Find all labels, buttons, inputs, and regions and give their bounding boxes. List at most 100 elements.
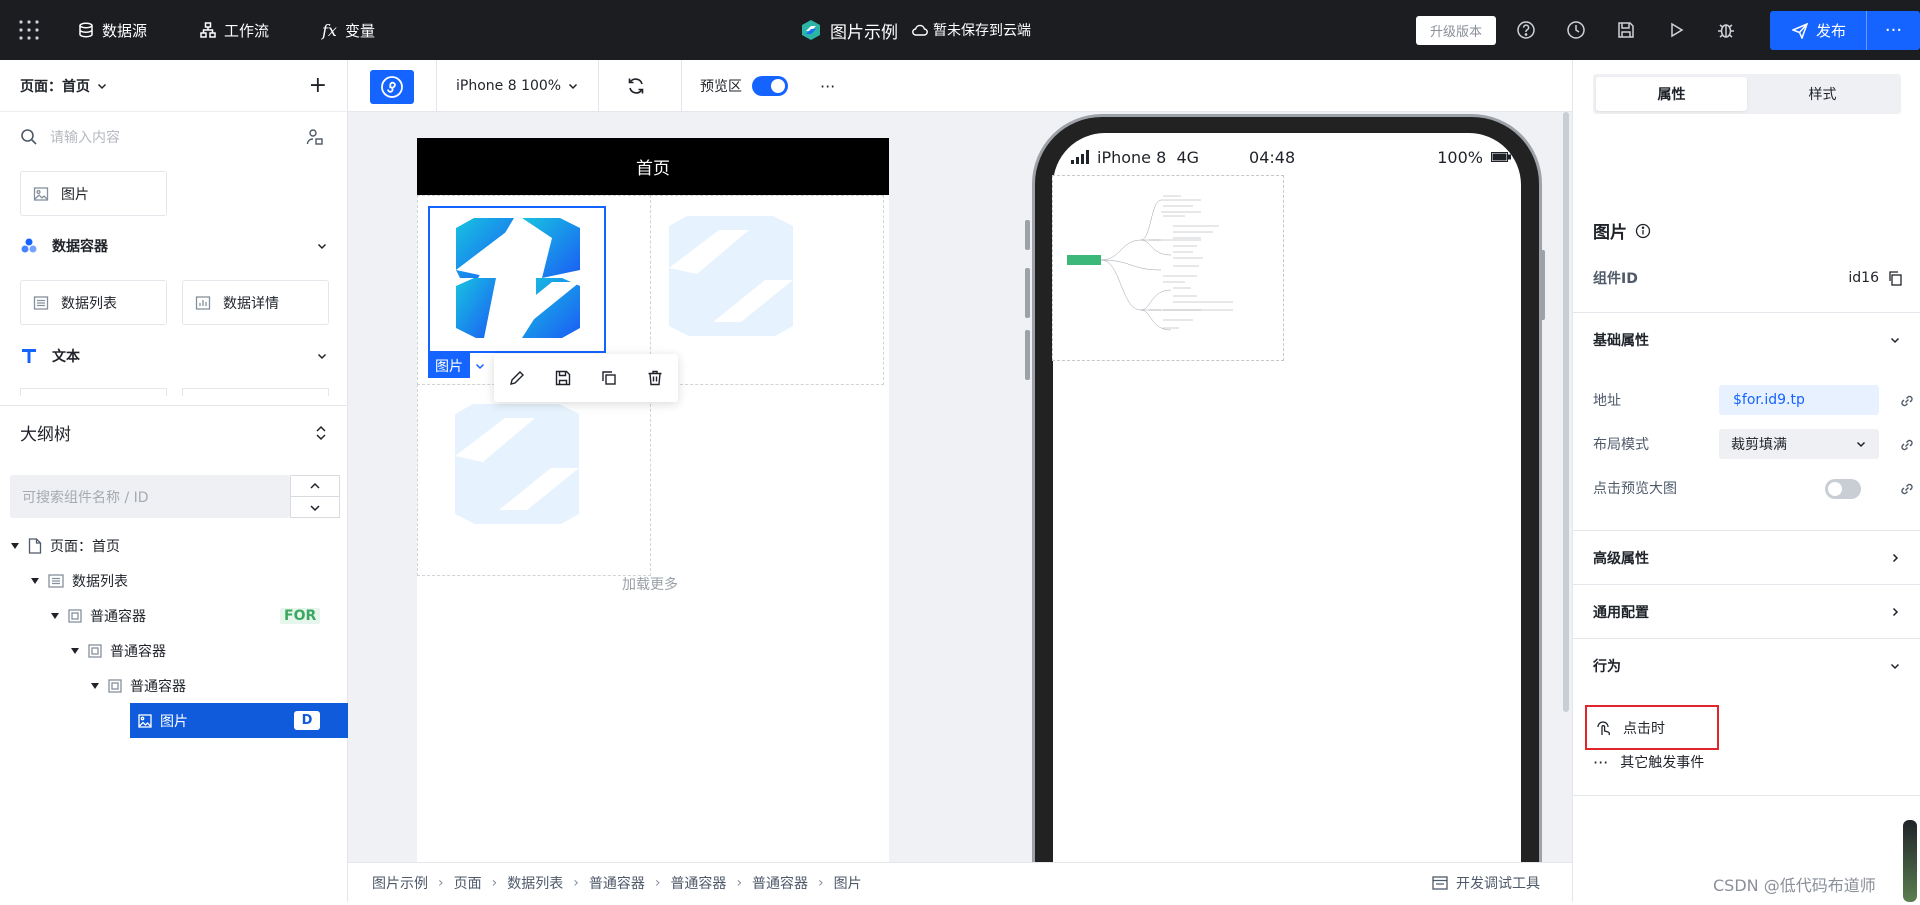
- run-icon[interactable]: [1666, 20, 1686, 40]
- image-tag-label: 图片: [435, 358, 463, 375]
- preview-toggle-group: 预览区: [700, 60, 788, 112]
- tree-node-container[interactable]: 普通容器: [0, 633, 348, 668]
- mindmap-thumbnail-image: [1052, 175, 1284, 361]
- miniprogram-icon: [380, 75, 404, 99]
- tree-node-label: 图片: [160, 713, 188, 730]
- chevron-down-icon: [1889, 334, 1901, 346]
- layout-select[interactable]: 裁剪填满: [1719, 429, 1879, 459]
- debug-icon[interactable]: [1716, 20, 1736, 40]
- image-icon: [33, 186, 49, 202]
- expand-collapse-icon[interactable]: [314, 425, 328, 441]
- d-badge: D: [294, 711, 320, 730]
- caret-down-icon[interactable]: [30, 576, 40, 586]
- image-component-selected[interactable]: [428, 206, 606, 353]
- nav-workflow[interactable]: 工作流: [200, 0, 269, 60]
- event-on-click[interactable]: 点击时: [1585, 705, 1719, 750]
- publish-more-button[interactable]: ···: [1867, 20, 1920, 41]
- link-icon[interactable]: [1899, 481, 1915, 497]
- edit-icon[interactable]: [494, 354, 540, 402]
- function-icon: fx: [322, 20, 337, 40]
- breadcrumb-item[interactable]: 普通容器: [589, 873, 645, 893]
- history-icon[interactable]: [1566, 20, 1586, 40]
- nav-variables[interactable]: fx 变量: [322, 0, 375, 60]
- tree-node-container[interactable]: 普通容器 FOR: [0, 598, 348, 633]
- page-select[interactable]: 页面：首页: [20, 76, 108, 96]
- info-icon[interactable]: [1635, 223, 1651, 239]
- section-general[interactable]: 通用配置: [1573, 584, 1920, 638]
- group-data-container[interactable]: 数据容器: [20, 236, 328, 256]
- section-basic[interactable]: 基础属性: [1573, 312, 1920, 366]
- refresh-icon[interactable]: [626, 76, 646, 96]
- chevron-right-icon: [1889, 552, 1901, 564]
- copy-icon[interactable]: [586, 354, 632, 402]
- breadcrumb-item[interactable]: 普通容器: [752, 873, 808, 893]
- breadcrumb-item[interactable]: 数据列表: [507, 873, 563, 893]
- add-page-button[interactable]: +: [309, 73, 327, 98]
- save-icon[interactable]: [540, 354, 586, 402]
- component-image[interactable]: 图片: [20, 171, 167, 216]
- toolbar-more-button[interactable]: ···: [820, 60, 835, 112]
- section-divider: [1573, 795, 1920, 796]
- tree-node-page[interactable]: 页面：首页: [0, 528, 348, 563]
- canvas-scrollbar[interactable]: [1563, 112, 1569, 712]
- tree-node-data-list[interactable]: 数据列表: [0, 563, 348, 598]
- app-grid-icon[interactable]: [18, 19, 40, 41]
- component-data-detail[interactable]: 数据详情: [182, 280, 329, 325]
- breadcrumb-item[interactable]: 页面: [454, 873, 482, 893]
- outline-search-input[interactable]: 可搜索组件名称 / ID: [10, 475, 290, 518]
- component-search[interactable]: 请输入内容: [0, 112, 347, 162]
- component-id-row: 组件ID id16: [1593, 266, 1903, 290]
- tree-node-image-selected[interactable]: 图片 D: [130, 703, 348, 738]
- breadcrumb-item[interactable]: 普通容器: [670, 873, 726, 893]
- preview-toggle[interactable]: [752, 76, 788, 96]
- caret-down-icon[interactable]: [70, 646, 80, 656]
- caret-down-icon[interactable]: [90, 681, 100, 691]
- container-icon: [68, 608, 82, 623]
- publish-label: 发布: [1816, 22, 1847, 40]
- chevron-right-icon: [1889, 606, 1901, 618]
- load-more[interactable]: 加载更多: [622, 574, 678, 594]
- devtools-button[interactable]: 开发调试工具: [1432, 863, 1540, 903]
- group-text[interactable]: 文本: [20, 346, 328, 366]
- address-input[interactable]: $for.id9.tp: [1719, 385, 1879, 415]
- device-select[interactable]: iPhone 8 100%: [456, 60, 579, 112]
- breadcrumb-item[interactable]: 图片: [834, 873, 862, 893]
- save-icon[interactable]: [1616, 20, 1636, 40]
- upgrade-button[interactable]: 升级版本: [1416, 16, 1496, 45]
- nav-datasource[interactable]: 数据源: [78, 0, 147, 60]
- component-data-list[interactable]: 数据列表: [20, 280, 167, 325]
- help-icon[interactable]: [1516, 20, 1536, 40]
- breadcrumb-item[interactable]: 图片示例: [372, 873, 428, 893]
- devtools-label: 开发调试工具: [1456, 876, 1540, 892]
- tree-node-container[interactable]: 普通容器: [0, 668, 348, 703]
- breadcrumb: 图片示例 › 页面 › 数据列表 › 普通容器 › 普通容器 › 普通容器 › …: [348, 862, 1572, 902]
- miniprogram-button[interactable]: [370, 70, 414, 104]
- link-icon[interactable]: [1899, 437, 1915, 453]
- chevron-down-icon[interactable]: [474, 360, 486, 372]
- copy-icon[interactable]: [1887, 270, 1903, 286]
- caret-down-icon[interactable]: [50, 611, 60, 621]
- section-general-label: 通用配置: [1593, 604, 1649, 621]
- caret-down-icon[interactable]: [10, 541, 20, 551]
- nav-variables-label: 变量: [344, 21, 375, 40]
- link-icon[interactable]: [1899, 393, 1915, 409]
- tab-properties[interactable]: 属性: [1596, 77, 1747, 111]
- event-other[interactable]: ··· 其它触发事件: [1593, 750, 1903, 774]
- phone-carrier: iPhone 8 4G: [1097, 147, 1200, 167]
- layout-select-value: 裁剪填满: [1731, 437, 1787, 453]
- app-logo-image: [669, 212, 793, 340]
- tab-styles[interactable]: 样式: [1747, 77, 1898, 111]
- section-advanced[interactable]: 高级属性: [1573, 530, 1920, 584]
- publish-button[interactable]: 发布: [1770, 11, 1866, 50]
- component-manage-icon[interactable]: [306, 128, 324, 146]
- stepper-down-button[interactable]: [291, 497, 339, 518]
- phone-status-bar: iPhone 8 4G 04:48 100%: [1071, 147, 1511, 167]
- component-data-detail-label: 数据详情: [223, 295, 279, 312]
- chevron-right-icon: ›: [654, 874, 661, 891]
- click-preview-toggle[interactable]: [1825, 479, 1861, 499]
- delete-icon[interactable]: [632, 354, 678, 402]
- chevron-right-icon: ›: [736, 874, 743, 891]
- section-behavior[interactable]: 行为: [1573, 638, 1920, 692]
- stepper-up-button[interactable]: [291, 476, 339, 497]
- image-tag[interactable]: 图片: [428, 353, 470, 378]
